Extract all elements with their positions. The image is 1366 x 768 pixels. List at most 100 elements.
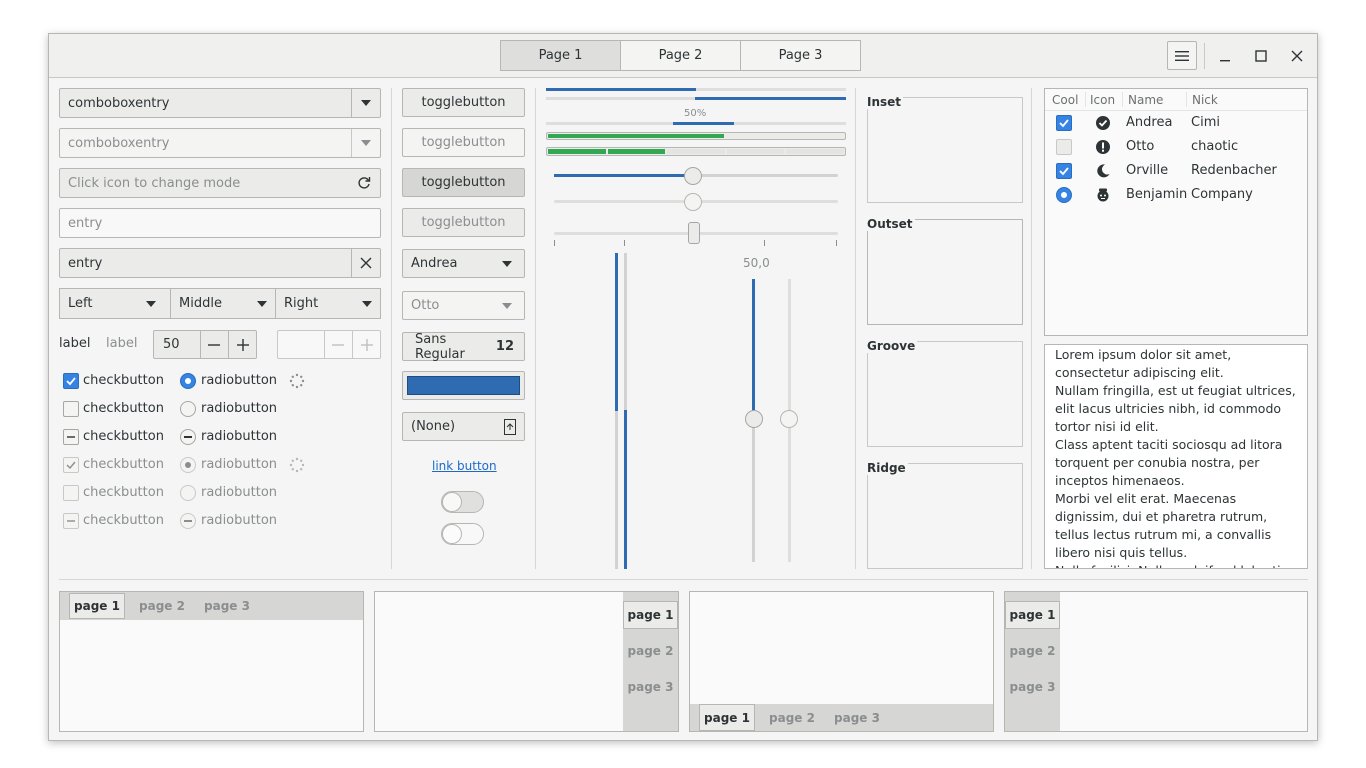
color-swatch	[407, 376, 520, 395]
tree-cell-nick: Redenbacher	[1191, 163, 1277, 178]
refresh-icon[interactable]	[357, 176, 371, 190]
switch-off[interactable]	[441, 491, 484, 513]
tree-cell-name: Benjamin	[1126, 187, 1188, 202]
notebook-tab-page-3[interactable]: page 3	[829, 704, 885, 731]
frame-label: Groove	[867, 339, 918, 353]
minus-icon	[208, 343, 221, 346]
scale-slider-1[interactable]	[684, 167, 702, 185]
column-separator	[391, 88, 392, 569]
notebook-tab-page-2[interactable]: page 2	[764, 704, 820, 731]
togglebutton-1[interactable]: togglebutton	[402, 88, 525, 117]
comboboxentry-2-disabled: comboboxentry	[59, 128, 381, 158]
tree-row[interactable]: Orville Redenbacher	[1045, 159, 1307, 183]
column-header-cool[interactable]: Cool	[1052, 93, 1078, 107]
clear-button[interactable]	[351, 249, 380, 277]
combo-right[interactable]: Right	[276, 288, 381, 319]
text-view-content[interactable]: Lorem ipsum dolor sit amet, consectetur …	[1045, 345, 1307, 568]
spin-decrement[interactable]	[199, 331, 229, 358]
entry-placeholder: entry	[68, 215, 103, 231]
chevron-down-icon	[361, 140, 371, 146]
checkbox-label: checkbutton	[83, 513, 164, 528]
tree-row[interactable]: Andrea Cimi	[1045, 111, 1307, 135]
spin-button[interactable]: 50	[153, 330, 257, 359]
spin-value[interactable]: 50	[154, 331, 200, 358]
radio-selected[interactable]	[180, 373, 196, 389]
column-header-nick[interactable]: Nick	[1192, 93, 1218, 107]
notebook-tab-page-3[interactable]: page 3	[1005, 673, 1060, 701]
text-view[interactable]: Lorem ipsum dolor sit amet, consectetur …	[1044, 344, 1308, 569]
vertical-progress-1	[615, 253, 618, 569]
notebook-tab-page-1[interactable]: page 1	[1005, 601, 1060, 629]
color-button[interactable]	[402, 371, 525, 400]
combo-left[interactable]: Left	[59, 288, 171, 319]
tree-row[interactable]: Otto chaotic	[1045, 135, 1307, 159]
spin-decrement	[323, 331, 353, 358]
spin-button-disabled	[277, 330, 381, 359]
clear-icon	[360, 257, 372, 269]
progress-bar-1	[546, 88, 846, 91]
tab-page-2[interactable]: Page 2	[620, 40, 741, 71]
notebook-tab-page-2[interactable]: page 2	[1005, 637, 1060, 665]
radio-label: radiobutton	[201, 401, 278, 416]
tree-row[interactable]: Benjamin Company	[1045, 183, 1307, 207]
file-chooser-button[interactable]: (None)	[402, 412, 525, 441]
togglebutton-label: togglebutton	[421, 95, 506, 110]
tree-view[interactable]: Cool Icon Name Nick Andrea Cimi Otto cha…	[1044, 88, 1308, 336]
moon-icon	[1097, 164, 1110, 178]
minimize-button[interactable]	[1213, 44, 1237, 68]
comboboxentry-1[interactable]: comboboxentry	[59, 88, 381, 118]
tree-cell-name: Otto	[1126, 139, 1155, 154]
scale-slider-3[interactable]	[688, 222, 700, 244]
entry-text[interactable]: entry	[68, 256, 102, 271]
tree-checkbox[interactable]	[1056, 163, 1072, 179]
font-button[interactable]: Sans Regular 12	[402, 332, 525, 362]
togglebutton-3-pressed[interactable]: togglebutton	[402, 168, 525, 197]
column-header-icon[interactable]: Icon	[1090, 93, 1115, 107]
combo-middle[interactable]: Middle	[171, 288, 276, 319]
notebook-tabs-right: page 1 page 2 page 3	[374, 591, 679, 732]
column-header-name[interactable]: Name	[1128, 93, 1163, 107]
checkbox-mixed[interactable]	[63, 429, 79, 445]
label: label	[59, 336, 91, 351]
tree-radio[interactable]	[1056, 187, 1072, 203]
entry-empty[interactable]: entry	[59, 208, 381, 238]
scale-mark	[554, 240, 555, 246]
notebook-tab-page-3[interactable]: page 3	[623, 673, 678, 701]
tab-page-3[interactable]: Page 3	[740, 40, 861, 71]
radio-selected-disabled	[180, 457, 196, 473]
vertical-scale-slider-1[interactable]	[745, 410, 763, 428]
icon-mode-entry[interactable]: Click icon to change mode	[59, 168, 381, 198]
spinner-icon	[289, 373, 305, 389]
notebook-tab-page-2[interactable]: page 2	[623, 637, 678, 665]
close-button[interactable]	[1285, 44, 1309, 68]
maximize-button[interactable]	[1249, 44, 1273, 68]
notebook-tabs-bottom: page 1 page 2 page 3	[689, 591, 994, 732]
checkbox-checked[interactable]	[63, 373, 79, 389]
frame-label: Outset	[867, 217, 915, 231]
plus-icon	[360, 338, 373, 351]
notebook-tab-page-1[interactable]: page 1	[623, 601, 678, 629]
entry-with-clear[interactable]: entry	[59, 248, 381, 278]
notebook-tab-page-1[interactable]: page 1	[69, 593, 125, 619]
radio-label: radiobutton	[201, 429, 278, 444]
checkbox-unchecked[interactable]	[63, 401, 79, 417]
tree-checkbox[interactable]	[1056, 115, 1072, 131]
notebook-tab-page-1[interactable]: page 1	[699, 704, 755, 731]
notebook-tab-page-3[interactable]: page 3	[199, 593, 255, 619]
alert-circle-icon	[1096, 140, 1110, 154]
combo-andrea[interactable]: Andrea	[402, 249, 525, 278]
spin-increment[interactable]	[228, 331, 256, 358]
tab-page-1[interactable]: Page 1	[500, 40, 621, 71]
notebook-tab-page-2[interactable]: page 2	[134, 593, 190, 619]
radio-mixed[interactable]	[180, 429, 196, 445]
tree-cell-nick: Company	[1191, 187, 1253, 202]
radio-unselected[interactable]	[180, 401, 196, 417]
combo-entry-text[interactable]: comboboxentry	[68, 96, 169, 111]
combo-middle-label: Middle	[179, 296, 222, 311]
progress-bar-2	[546, 97, 846, 100]
menu-button[interactable]	[1167, 41, 1197, 70]
checkbox-unchecked-disabled	[63, 485, 79, 501]
link-button[interactable]: link button	[432, 459, 497, 473]
combo-dropdown-button[interactable]	[351, 89, 380, 117]
tree-checkbox[interactable]	[1056, 139, 1072, 155]
